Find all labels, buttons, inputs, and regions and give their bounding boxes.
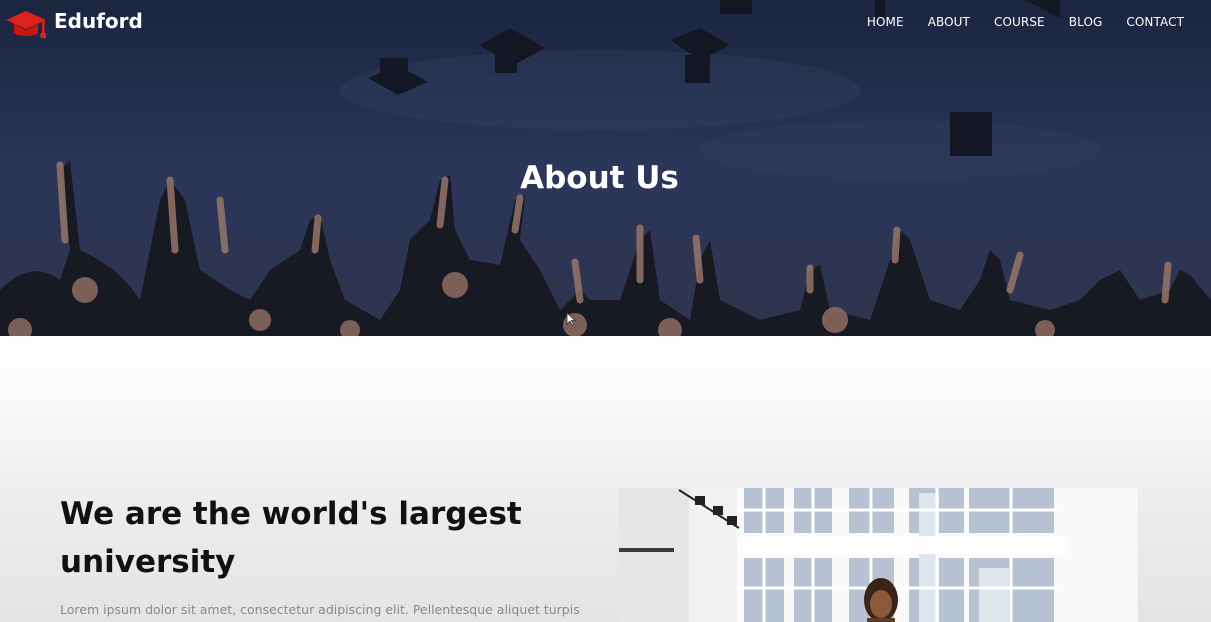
office-photo [619,488,1138,622]
mouse-cursor-icon [566,312,576,326]
logo[interactable]: Eduford [4,6,143,44]
main-nav: HOME ABOUT COURSE BLOG CONTACT [843,15,1184,29]
about-headline: We are the world's largest university [60,490,530,586]
page-title: About Us [520,160,679,196]
graduation-cap-icon [6,11,46,38]
nav-home[interactable]: HOME [867,15,904,29]
about-paragraph: Lorem ipsum dolor sit amet, consectetur … [60,602,580,617]
brand-name: Eduford [54,9,143,33]
about-section: We are the world's largest university Lo… [0,336,1211,622]
hero-banner: Eduford HOME ABOUT COURSE BLOG CONTACT A… [0,0,1211,336]
about-photo [619,488,1138,622]
nav-blog[interactable]: BLOG [1069,15,1103,29]
headline-line-1: We are the world's largest [60,496,522,532]
nav-about[interactable]: ABOUT [928,15,970,29]
nav-course[interactable]: COURSE [994,15,1045,29]
nav-contact[interactable]: CONTACT [1126,15,1184,29]
headline-line-2: university [60,544,236,580]
